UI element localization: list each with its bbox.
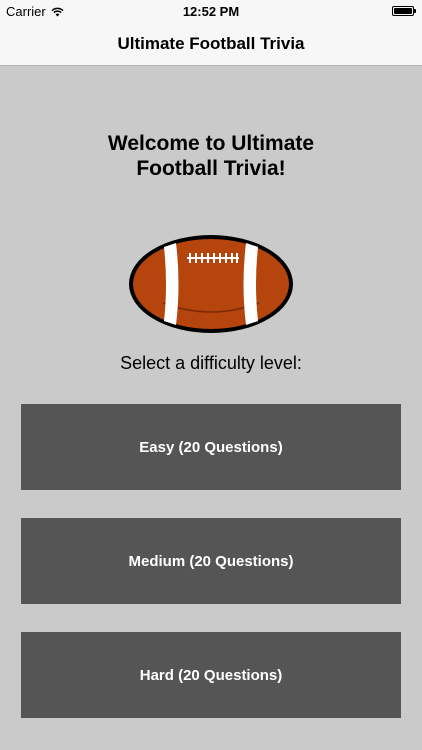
battery-icon (392, 6, 416, 16)
navigation-bar: Ultimate Football Trivia (0, 22, 422, 66)
status-time: 12:52 PM (182, 4, 240, 19)
medium-button[interactable]: Medium (20 Questions) (21, 518, 401, 604)
hard-button[interactable]: Hard (20 Questions) (21, 632, 401, 718)
welcome-line-1: Welcome to Ultimate (107, 132, 315, 155)
status-bar: Carrier 12:52 PM (0, 0, 422, 22)
welcome-heading: Welcome to Ultimate Football Trivia! (60, 131, 362, 181)
welcome-line-2: Football Trivia! (136, 157, 286, 180)
difficulty-prompt: Select a difficulty level: (120, 353, 302, 373)
nav-title: Ultimate Football Trivia (117, 34, 305, 53)
easy-button[interactable]: Easy (20 Questions) (21, 404, 401, 490)
football-icon (129, 235, 293, 333)
